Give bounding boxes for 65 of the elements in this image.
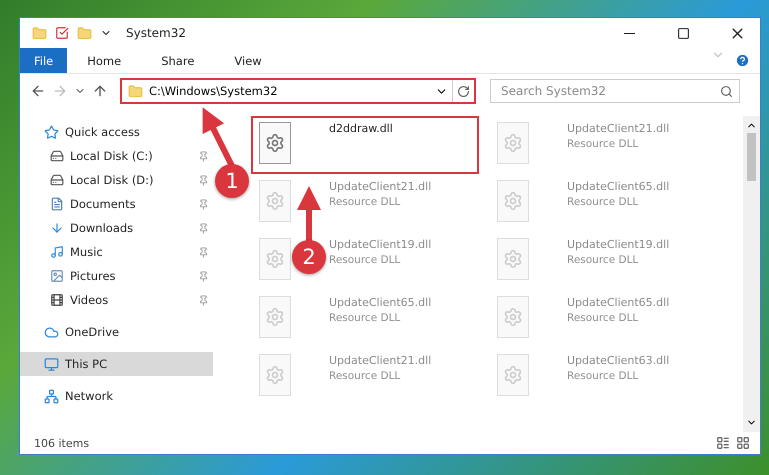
sidebar-item[interactable]: This PC <box>20 352 213 376</box>
file-type: Resource DLL <box>567 196 640 208</box>
sidebar-item[interactable]: Music <box>20 240 213 264</box>
folder-icon <box>128 84 143 98</box>
document-icon <box>50 197 64 211</box>
drive-icon <box>50 173 64 187</box>
sidebar-item[interactable]: Local Disk (C:) <box>20 144 213 168</box>
file-name: UpdateClient21.dll <box>329 180 432 193</box>
file-name: UpdateClient65.dll <box>329 296 432 309</box>
file-type: Resource DLL <box>329 196 402 208</box>
scroll-thumb[interactable] <box>747 133 756 181</box>
sidebar-item[interactable]: Quick access <box>20 120 213 144</box>
search-icon <box>720 84 733 98</box>
maximize-icon <box>676 26 690 40</box>
sidebar-item[interactable]: Videos <box>20 288 213 312</box>
ribbon-tab[interactable]: Home <box>67 48 142 73</box>
sidebar-item[interactable]: Documents <box>20 192 213 216</box>
file-name: UpdateClient65.dll <box>567 296 670 309</box>
music-note-icon <box>50 245 64 259</box>
back-button[interactable] <box>30 83 46 99</box>
file-name: UpdateClient65.dll <box>567 180 670 193</box>
help-icon[interactable] <box>735 53 750 68</box>
sidebar-item[interactable]: Local Disk (D:) <box>20 168 213 192</box>
star-icon <box>44 124 59 140</box>
file-type: Resource DLL <box>567 312 640 324</box>
details-view-icon <box>716 436 730 450</box>
file-type: Resource DLL <box>567 138 640 150</box>
checklist-icon <box>55 26 69 40</box>
file-name: UpdateClient19.dll <box>329 238 432 251</box>
file-name: UpdateClient21.dll <box>329 354 432 367</box>
file-name: UpdateClient21.dll <box>567 122 670 135</box>
sidebar-item[interactable]: Downloads <box>20 216 213 240</box>
cloud-icon <box>44 324 59 340</box>
file-type: Resource DLL <box>329 312 402 324</box>
ribbon-tab[interactable]: Share <box>141 48 214 73</box>
sidebar-item[interactable]: Network <box>20 384 213 408</box>
minimize-icon <box>624 32 634 34</box>
address-field[interactable]: C:\Windows\System32 <box>120 78 476 104</box>
refresh-icon <box>457 84 470 98</box>
item-count: 106 items <box>34 436 90 450</box>
picture-icon <box>50 269 64 283</box>
folder-icon <box>77 26 92 40</box>
annotation-arrow <box>297 186 321 242</box>
sidebar-item[interactable]: OneDrive <box>20 320 213 344</box>
ribbon-tab[interactable]: View <box>214 48 282 73</box>
ribbon-tab[interactable]: File <box>20 48 68 73</box>
file-type: Resource DLL <box>567 370 640 382</box>
icons-view-icon <box>736 436 750 450</box>
search-field[interactable]: Search System32 <box>490 79 740 103</box>
file-name: UpdateClient19.dll <box>567 238 670 251</box>
network-icon <box>44 388 59 404</box>
scrollbar[interactable] <box>743 116 760 432</box>
file-name: d2ddraw.dll <box>329 122 393 135</box>
film-icon <box>50 293 64 307</box>
file-name: UpdateClient63.dll <box>567 354 670 367</box>
folder-icon <box>32 26 47 40</box>
file-type: Resource DLL <box>567 254 640 266</box>
monitor-icon <box>44 356 59 372</box>
up-button[interactable] <box>92 83 108 99</box>
file-type: Resource DLL <box>329 370 402 382</box>
down-arrow-icon <box>50 221 64 235</box>
drive-icon <box>50 149 64 163</box>
sidebar-item[interactable]: Pictures <box>20 264 213 288</box>
file-type: Resource DLL <box>329 254 402 266</box>
window-title: System32 <box>126 26 186 40</box>
